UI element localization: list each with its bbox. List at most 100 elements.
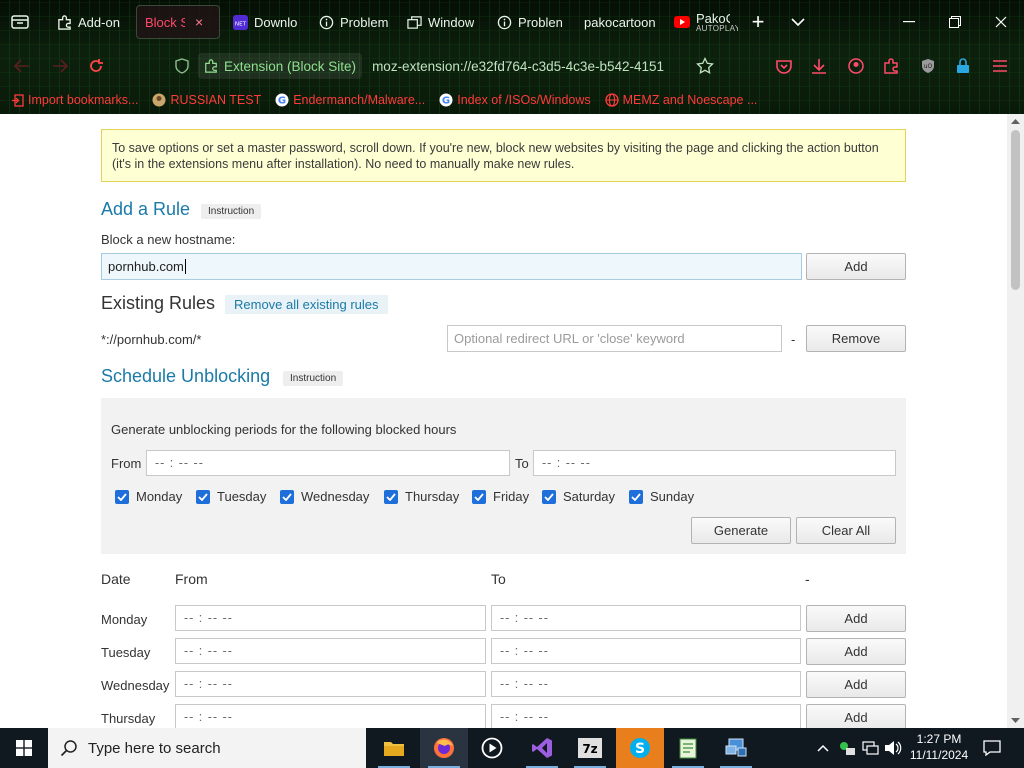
firefox-icon[interactable] xyxy=(420,728,468,768)
tab-list-icon xyxy=(11,15,29,29)
tab-windows[interactable]: Window xyxy=(398,5,488,39)
generate-button[interactable]: Generate xyxy=(691,517,791,544)
bookmark-isos[interactable]: G Index of /ISOs/Windows xyxy=(439,93,591,107)
tab-problem-2[interactable]: Problen xyxy=(488,5,576,39)
bookmark-endermanch[interactable]: G Endermanch/Malware... xyxy=(275,93,425,107)
row-from-time-tuesday[interactable]: -- : -- -- xyxy=(175,638,486,664)
back-button[interactable] xyxy=(8,52,36,80)
text-caret xyxy=(184,259,186,274)
generate-from-time-input[interactable]: -- : -- -- xyxy=(146,450,510,476)
generate-to-time-input[interactable]: -- : -- -- xyxy=(533,450,896,476)
row-add-button-wednesday[interactable]: Add xyxy=(806,671,906,698)
row-day-wednesday: Wednesday xyxy=(101,678,170,693)
tab-list-button[interactable] xyxy=(0,0,40,44)
add-rule-instruction-button[interactable]: Instruction xyxy=(201,204,262,219)
tab-add-ons[interactable]: Add-on xyxy=(48,5,134,39)
restore-button[interactable] xyxy=(932,0,978,44)
scrollbar-thumb[interactable] xyxy=(1011,130,1020,290)
remove-rule-button[interactable]: Remove xyxy=(806,325,906,352)
bookmarks-toolbar: Import bookmarks... RUSSIAN TEST G Ender… xyxy=(0,88,1024,112)
page-content: To save options or set a master password… xyxy=(0,114,1024,728)
page-scrollbar[interactable] xyxy=(1007,114,1024,728)
schedule-instruction-button[interactable]: Instruction xyxy=(283,371,344,386)
tray-app-icon[interactable] xyxy=(836,728,858,768)
network-icon[interactable] xyxy=(860,728,882,768)
close-window-button[interactable] xyxy=(978,0,1024,44)
url-bar[interactable]: Extension (Block Site) moz-extension://e… xyxy=(168,50,720,82)
day-checkbox-thursday[interactable]: Thursday xyxy=(384,489,459,504)
tab-title: Block S xyxy=(145,14,185,30)
scroll-down-icon[interactable] xyxy=(1011,718,1020,724)
day-checkbox-friday[interactable]: Friday xyxy=(472,489,529,504)
scroll-up-icon[interactable] xyxy=(1011,118,1020,124)
new-tab-button[interactable]: + xyxy=(738,5,778,39)
svg-text:uO: uO xyxy=(924,63,933,70)
7zip-icon[interactable]: 7z xyxy=(566,728,614,768)
menu-button[interactable] xyxy=(986,52,1014,80)
skype-icon[interactable]: S xyxy=(616,728,664,768)
extensions-button[interactable] xyxy=(877,52,905,80)
extension-identity-chip[interactable]: Extension (Block Site) xyxy=(198,53,363,79)
tab-pakocartoon[interactable]: pakocartoon xyxy=(576,5,666,39)
day-checkbox-tuesday[interactable]: Tuesday xyxy=(196,489,266,504)
extension-lock-button[interactable] xyxy=(949,52,977,80)
day-checkbox-wednesday[interactable]: Wednesday xyxy=(280,489,369,504)
visual-studio-icon[interactable] xyxy=(518,728,566,768)
row-add-button-thursday[interactable]: Add xyxy=(806,704,906,728)
start-button[interactable] xyxy=(0,728,48,768)
tab-block-site[interactable]: Block S × xyxy=(136,5,220,39)
browser-chrome: Add-on Block S × NET Downlo Problem Wind… xyxy=(0,0,1024,114)
row-add-button-tuesday[interactable]: Add xyxy=(806,638,906,665)
notifications-button[interactable] xyxy=(976,728,1008,768)
hostname-input[interactable]: pornhub.com xyxy=(101,253,802,280)
show-hidden-icons-button[interactable] xyxy=(814,728,832,768)
forward-button[interactable] xyxy=(46,52,74,80)
downloads-button[interactable] xyxy=(805,52,833,80)
taskbar-search-box[interactable]: Type here to search xyxy=(48,728,366,768)
ublock-button[interactable]: uO xyxy=(914,52,942,80)
remove-all-rules-button[interactable]: Remove all existing rules xyxy=(225,295,388,314)
tab-bar: Add-on Block S × NET Downlo Problem Wind… xyxy=(0,0,1024,44)
row-from-time-wednesday[interactable]: -- : -- -- xyxy=(175,671,486,697)
star-bookmark-icon[interactable] xyxy=(696,57,714,75)
pocket-button[interactable] xyxy=(770,52,798,80)
day-checkbox-sunday[interactable]: Sunday xyxy=(629,489,694,504)
row-from-time-thursday[interactable]: -- : -- -- xyxy=(175,704,486,728)
clock-time: 1:27 PM xyxy=(916,732,962,746)
volume-icon[interactable] xyxy=(882,728,904,768)
network-share-icon[interactable] xyxy=(712,728,760,768)
google-icon: G xyxy=(275,93,289,107)
add-rule-button[interactable]: Add xyxy=(806,253,906,280)
column-header-from: From xyxy=(175,571,208,587)
tab-youtube-pakoca[interactable]: PakoCa AUTOPLAY xyxy=(666,5,738,39)
row-add-button-monday[interactable]: Add xyxy=(806,605,906,632)
day-label: Wednesday xyxy=(301,489,370,504)
day-checkbox-monday[interactable]: Monday xyxy=(115,489,182,504)
bookmark-import[interactable]: Import bookmarks... xyxy=(10,93,138,107)
notepad-icon[interactable] xyxy=(664,728,712,768)
file-explorer-icon[interactable] xyxy=(370,728,418,768)
row-to-time-monday[interactable]: -- : -- -- xyxy=(491,605,801,631)
add-rule-heading: Add a Rule xyxy=(101,199,191,219)
minimize-button[interactable] xyxy=(886,0,932,44)
row-to-time-thursday[interactable]: -- : -- -- xyxy=(491,704,801,728)
account-button[interactable] xyxy=(842,52,870,80)
to-label: To xyxy=(515,456,529,471)
media-player-icon[interactable] xyxy=(468,728,516,768)
row-to-time-wednesday[interactable]: -- : -- -- xyxy=(491,671,801,697)
download-icon xyxy=(812,59,826,74)
row-to-time-tuesday[interactable]: -- : -- -- xyxy=(491,638,801,664)
clear-all-button[interactable]: Clear All xyxy=(796,517,896,544)
reload-button[interactable] xyxy=(82,52,110,80)
day-checkbox-saturday[interactable]: Saturday xyxy=(542,489,615,504)
redirect-url-input[interactable]: Optional redirect URL or 'close' keyword xyxy=(447,325,782,352)
bookmark-russian-test[interactable]: RUSSIAN TEST xyxy=(152,93,261,107)
tab-problem-1[interactable]: Problem xyxy=(310,5,398,39)
tab-overflow-button[interactable] xyxy=(778,5,818,39)
row-day-tuesday: Tuesday xyxy=(101,645,151,660)
tab-close-icon[interactable]: × xyxy=(195,14,203,30)
tab-download[interactable]: NET Downlo xyxy=(224,5,310,39)
taskbar-clock[interactable]: 1:27 PM 11/11/2024 xyxy=(906,731,972,763)
bookmark-memz[interactable]: MEMZ and Noescape ... xyxy=(604,93,757,107)
row-from-time-monday[interactable]: -- : -- -- xyxy=(175,605,486,631)
